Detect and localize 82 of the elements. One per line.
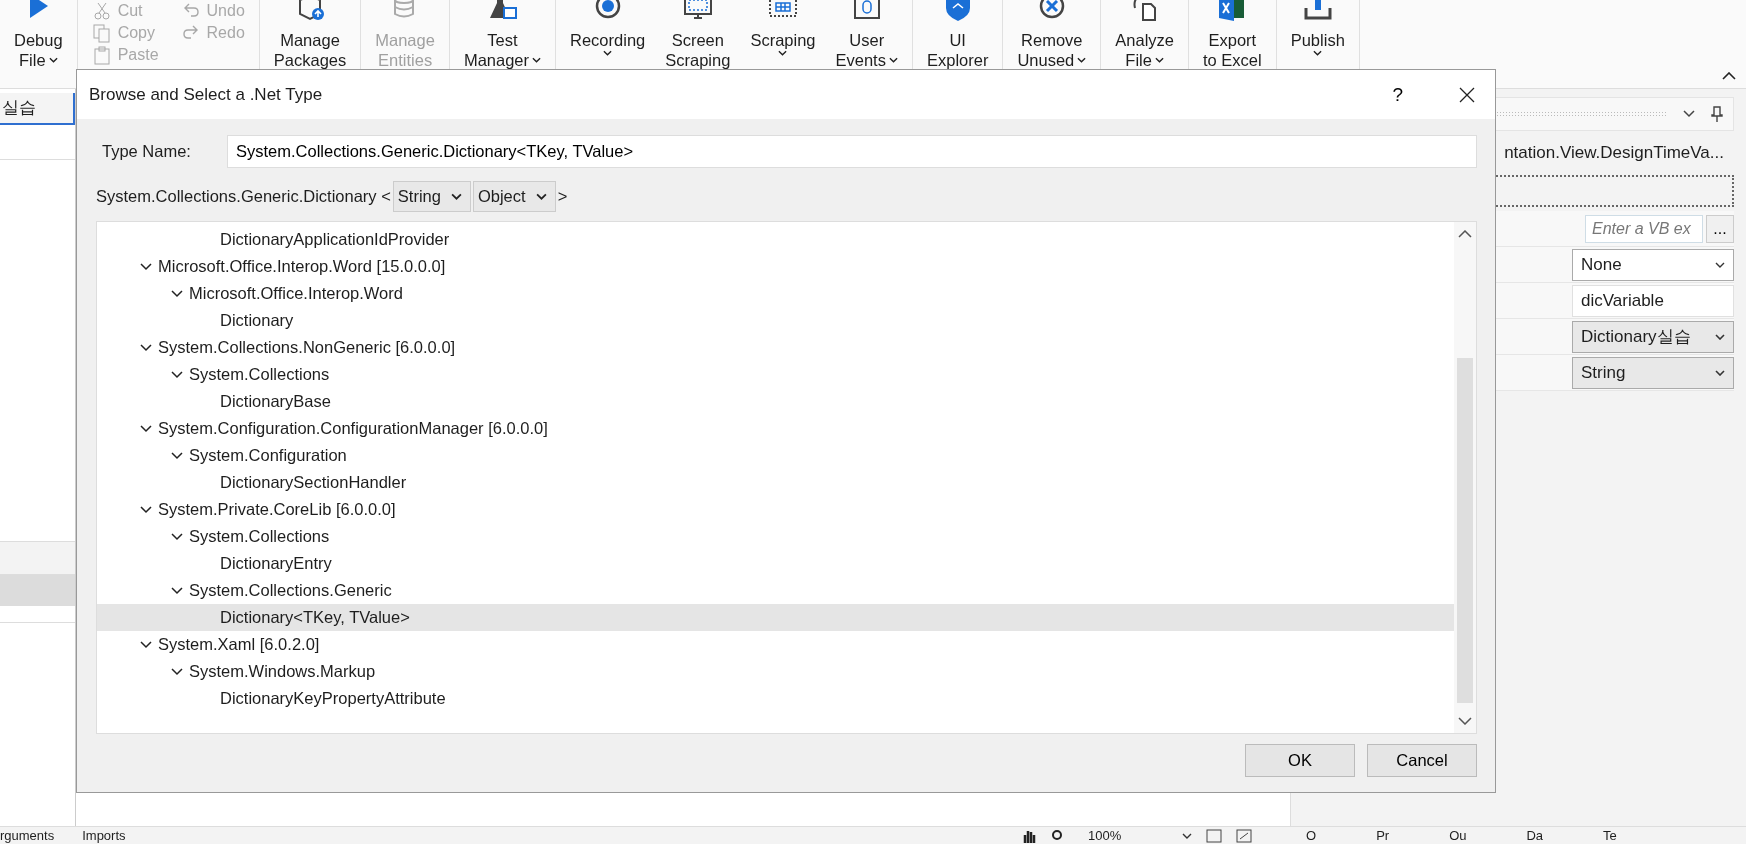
- generic-close-text: >: [557, 187, 568, 206]
- scroll-up-icon[interactable]: [1458, 230, 1472, 238]
- tree-item[interactable]: DictionarySectionHandler: [97, 469, 1454, 496]
- tree-item[interactable]: DictionaryBase: [97, 388, 1454, 415]
- type-name-label: Type Name:: [101, 142, 192, 161]
- tree-item[interactable]: System.Collections: [97, 523, 1454, 550]
- chevron-down-icon: [535, 193, 547, 200]
- chevron-down-icon[interactable]: [171, 586, 183, 595]
- pin-icon[interactable]: [1711, 106, 1723, 122]
- chevron-down-icon[interactable]: [171, 289, 183, 298]
- tree-item[interactable]: Dictionary<TKey, TValue>: [97, 604, 1454, 631]
- tree-item[interactable]: System.Collections: [97, 361, 1454, 388]
- type-name-field[interactable]: System.Collections.Generic.Dictionary<TKey, TValue>: [227, 135, 1477, 168]
- ribbon-button[interactable]: Debug File: [4, 0, 73, 88]
- type-argument-dropdown[interactable]: String: [392, 181, 471, 212]
- tree-item[interactable]: System.Private.CoreLib [6.0.0.0]: [97, 496, 1454, 523]
- type-argument-dropdown[interactable]: Object: [472, 181, 556, 212]
- chevron-down-icon[interactable]: [140, 343, 152, 352]
- ribbon-button[interactable]: Remove Unused: [1007, 0, 1097, 88]
- tree-item[interactable]: Microsoft.Office.Interop.Word [15.0.0.0]: [97, 253, 1454, 280]
- expression-field[interactable]: Enter a VB ex: [1585, 214, 1703, 243]
- tree-item[interactable]: System.Xaml [6.0.2.0]: [97, 631, 1454, 658]
- cancel-button[interactable]: Cancel: [1367, 744, 1477, 777]
- panel-tab[interactable]: O: [1306, 827, 1317, 844]
- designer-tab[interactable]: 실습: [0, 93, 75, 125]
- panel-tab[interactable]: Te: [1603, 827, 1617, 844]
- tree-item[interactable]: System.Windows.Markup: [97, 658, 1454, 685]
- chevron-down-icon: [1715, 369, 1725, 376]
- scroll-down-icon[interactable]: [1458, 717, 1472, 725]
- close-icon[interactable]: [1459, 86, 1475, 103]
- chevron-down-icon[interactable]: [171, 532, 183, 541]
- chevron-down-icon[interactable]: [171, 667, 183, 676]
- copy-icon: [91, 23, 112, 43]
- scissors-icon: [91, 1, 112, 21]
- tree-item[interactable]: System.Collections.NonGeneric [6.0.0.0]: [97, 334, 1454, 361]
- chevron-down-icon: [450, 193, 462, 200]
- chevron-down-icon: [1715, 261, 1725, 268]
- panel-tab[interactable]: Ou: [1449, 827, 1467, 844]
- dropdown[interactable]: None: [1572, 248, 1734, 281]
- ribbon-button[interactable]: Analyze File: [1105, 0, 1184, 88]
- panel-tab[interactable]: Pr: [1376, 827, 1390, 844]
- ribbon-button[interactable]: Publish: [1280, 0, 1355, 88]
- scrollbar[interactable]: [1454, 222, 1476, 733]
- bottom-tab[interactable]: Imports: [82, 827, 140, 844]
- ribbon-button[interactable]: UI Explorer: [916, 0, 999, 88]
- chevron-down-icon[interactable]: [140, 505, 152, 514]
- overview-icon[interactable]: [1236, 828, 1252, 843]
- chevron-down-icon: [1715, 333, 1725, 340]
- activity-type-name: ntation.View.DesignTimeVa...: [1503, 142, 1725, 164]
- chevron-down-icon[interactable]: [1182, 832, 1192, 839]
- chevron-down-icon[interactable]: [171, 451, 183, 460]
- zoom-level[interactable]: 100%: [1088, 827, 1168, 844]
- chevron-down-icon[interactable]: [1683, 110, 1695, 118]
- tree-item[interactable]: Microsoft.Office.Interop.Word: [97, 280, 1454, 307]
- ok-button[interactable]: OK: [1245, 744, 1355, 777]
- collapse-ribbon-icon[interactable]: [1722, 72, 1736, 80]
- chevron-down-icon[interactable]: [140, 424, 152, 433]
- paste-icon: [91, 45, 112, 65]
- panel-tab[interactable]: Da: [1526, 827, 1544, 844]
- ribbon-button[interactable]: User Events: [825, 0, 908, 88]
- tree-item[interactable]: System.Configuration.ConfigurationManager [6.0.0.0]: [97, 415, 1454, 442]
- tree-item[interactable]: DictionaryKeyPropertyAttribute: [97, 685, 1454, 712]
- tree-item[interactable]: System.Collections.Generic: [97, 577, 1454, 604]
- bottom-tab[interactable]: rguments: [0, 827, 69, 844]
- ribbon-button[interactable]: Test Manager: [453, 0, 552, 88]
- chevron-down-icon[interactable]: [171, 370, 183, 379]
- ribbon-button[interactable]: Recording: [560, 0, 656, 88]
- chevron-down-icon[interactable]: [140, 640, 152, 649]
- name-field[interactable]: dicVariable: [1572, 284, 1734, 317]
- tree-item[interactable]: DictionaryApplicationIdProvider: [97, 226, 1454, 253]
- generic-type-text: System.Collections.Generic.Dictionary <: [96, 187, 391, 206]
- ribbon-button[interactable]: Scraping: [740, 0, 826, 88]
- tree-item[interactable]: DictionaryEntry: [97, 550, 1454, 577]
- chevron-down-icon[interactable]: [140, 262, 152, 271]
- tree-item[interactable]: Dictionary: [97, 307, 1454, 334]
- ribbon-button[interactable]: Screen Scraping: [655, 0, 741, 88]
- help-button[interactable]: ?: [1386, 82, 1409, 107]
- dropdown[interactable]: Dictionary실습: [1572, 320, 1734, 353]
- dialog-title: Browse and Select a .Net Type: [89, 84, 324, 105]
- dropdown[interactable]: String: [1572, 356, 1734, 389]
- ellipsis-button[interactable]: ...: [1706, 214, 1734, 243]
- tree-item[interactable]: System.Configuration: [97, 442, 1454, 469]
